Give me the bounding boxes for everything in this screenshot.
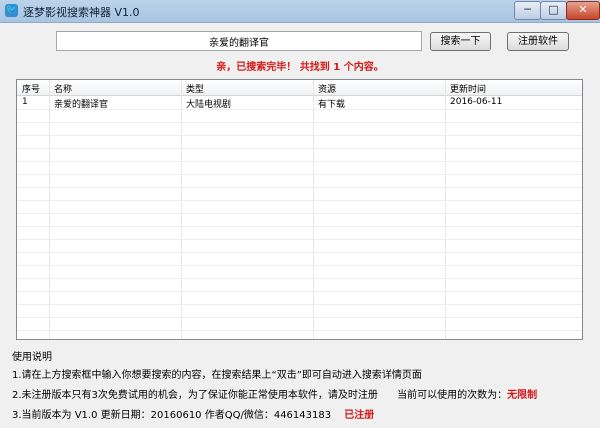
column-header-resource[interactable]: 资源 (318, 82, 336, 95)
cell-updated: 2016-06-11 (450, 97, 503, 107)
column-divider (181, 80, 182, 339)
row-divider (17, 161, 582, 162)
column-header-name[interactable]: 名称 (54, 82, 72, 95)
usage-count-value: 无限制 (507, 390, 538, 401)
row-divider (17, 174, 582, 175)
column-header-updated[interactable]: 更新时间 (450, 82, 486, 95)
usage-title: 使用说明 (12, 352, 52, 363)
usage-line-2-text: 2.未注册版本只有3次免费试用的机会，为了保证你能正常使用本软件，请及时注册 (12, 390, 378, 401)
row-divider (17, 213, 582, 214)
row-divider (17, 330, 582, 331)
cell-index: 1 (22, 97, 28, 107)
minimize-button[interactable]: ─ (514, 1, 541, 20)
close-button[interactable]: ✕ (566, 1, 600, 20)
table-header: 序号 名称 类型 资源 更新时间 (17, 80, 582, 96)
row-divider (17, 187, 582, 188)
usage-line-2: 2.未注册版本只有3次免费试用的机会，为了保证你能正常使用本软件，请及时注册 当… (12, 386, 537, 401)
row-divider (17, 135, 582, 136)
row-divider (17, 304, 582, 305)
bird-icon: 🐦 (5, 4, 18, 17)
maximize-button[interactable]: □ (540, 1, 567, 20)
usage-line-1: 1.请在上方搜索框中输入你想要搜索的内容，在搜索结果上“双击”即可自动进入搜索详… (12, 370, 422, 381)
row-divider (17, 278, 582, 279)
usage-line-3: 3.当前版本为 V1.0 更新日期：20160610 作者QQ/微信：44614… (12, 406, 374, 421)
column-divider (49, 80, 50, 339)
row-divider (17, 200, 582, 201)
row-divider (17, 148, 582, 149)
register-button[interactable]: 注册软件 (507, 32, 569, 51)
column-header-type[interactable]: 类型 (186, 82, 204, 95)
registration-status: 已注册 (344, 410, 375, 421)
title-bar: 🐦 逐梦影视搜索神器 V1.0 ─ □ ✕ (0, 0, 600, 23)
results-table[interactable]: 序号 名称 类型 资源 更新时间 1 亲爱的翻译官 大陆电视剧 有下载 2016… (16, 79, 583, 340)
usage-line-3-text: 3.当前版本为 V1.0 更新日期：20160610 作者QQ/微信：44614… (12, 410, 332, 421)
row-divider (17, 239, 582, 240)
usage-count-label: 当前可以使用的次数为： (397, 390, 508, 401)
row-divider (17, 265, 582, 266)
cell-name: 亲爱的翻译官 (54, 100, 109, 110)
row-divider (17, 122, 582, 123)
cell-type: 大陆电视剧 (186, 100, 232, 110)
cell-resource: 有下载 (318, 100, 346, 110)
row-divider (17, 226, 582, 227)
search-input[interactable] (56, 31, 422, 51)
column-divider (445, 80, 446, 339)
status-message: 亲，已搜索完毕！ 共找到 1 个内容。 (216, 62, 384, 73)
column-header-index[interactable]: 序号 (22, 82, 40, 95)
search-button[interactable]: 搜索一下 (430, 32, 491, 51)
table-row[interactable]: 1 亲爱的翻译官 大陆电视剧 有下载 2016-06-11 (17, 96, 582, 110)
window-title: 逐梦影视搜索神器 V1.0 (23, 6, 140, 19)
row-divider (17, 252, 582, 253)
row-divider (17, 291, 582, 292)
row-divider (17, 317, 582, 318)
column-divider (313, 80, 314, 339)
